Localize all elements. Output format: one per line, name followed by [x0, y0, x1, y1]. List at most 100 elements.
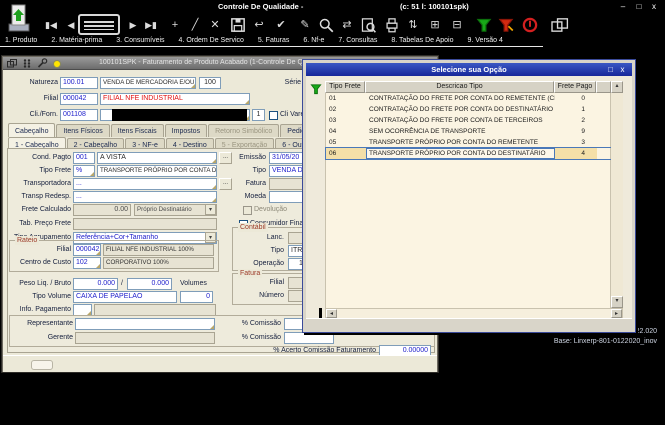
popup-close-button[interactable]: x [617, 65, 628, 74]
undo-icon[interactable]: ↩ [250, 16, 268, 34]
brush-icon[interactable]: ✎ [296, 16, 314, 34]
column-header-tipo-frete[interactable]: Tipo Frete [325, 81, 365, 93]
search-icon[interactable] [318, 17, 334, 33]
cli-forn-code-field[interactable]: 001108 [60, 109, 98, 121]
lanc-label: Lanc. [244, 232, 284, 244]
rateio-filial-label: Filial [21, 244, 71, 256]
preview-icon[interactable] [360, 17, 376, 33]
serie-label: Série [261, 77, 301, 89]
centro-custo-desc-field: CORPORATIVO 100% [103, 257, 214, 269]
volumes-field[interactable]: 0 [180, 291, 213, 303]
menu-item-consultas[interactable]: 7. Consultas [338, 37, 377, 46]
close-button[interactable]: x [648, 2, 660, 11]
clear-filter-icon[interactable] [498, 17, 514, 33]
menu-item-faturas[interactable]: 5. Faturas [258, 37, 290, 46]
record-list-button[interactable] [78, 14, 120, 35]
restore-window-icon[interactable] [6, 58, 18, 69]
menu-item-ordem-de-servico[interactable]: 4. Ordem De Servico [179, 37, 244, 46]
menu-item-produto[interactable]: 1. Produto [5, 37, 37, 46]
peso-separator: / [121, 278, 123, 290]
menu-item-materia-prima[interactable]: 2. Matéria-prima [51, 37, 102, 46]
cond-pagto-code-field[interactable]: 001 [73, 152, 95, 164]
popup-bottom-band [306, 318, 632, 329]
columns-grid-icon[interactable] [21, 58, 33, 69]
confirm-icon[interactable]: ✔ [272, 16, 290, 34]
refresh-icon[interactable]: ⇄ [338, 16, 356, 34]
minimize-button[interactable]: – [617, 2, 629, 11]
save-icon[interactable] [230, 17, 246, 33]
transp-redesp-field[interactable]: ... [73, 191, 217, 203]
scroll-left-button[interactable]: ◂ [326, 309, 337, 318]
option-desc: TRANSPORTE PRÓPRIO POR CONTA DO DESTINAT… [366, 148, 555, 159]
menu-item-tabelas-de-apoio[interactable]: 8. Tabelas De Apoio [391, 37, 453, 46]
menu-item-consumiveis[interactable]: 3. Consumíveis [116, 37, 164, 46]
menu-item-nfe[interactable]: 6. Nf-e [303, 37, 324, 46]
centro-custo-code-field[interactable]: 102 [73, 257, 101, 269]
comissao2-field[interactable] [284, 332, 334, 344]
delete-icon[interactable]: ✕ [206, 16, 224, 34]
cli-varejo-checkbox[interactable] [269, 111, 278, 120]
print-icon[interactable] [384, 17, 400, 33]
popup-maximize-button[interactable]: □ [605, 65, 616, 74]
edit-icon[interactable]: ╱ [186, 16, 204, 34]
comissao1-label: % Comissão [241, 318, 281, 330]
session-info: (c: 51 l: 100101spk) [400, 2, 469, 11]
option-desc: CONTRATAÇÃO DO FRETE POR CONTA DE TERCEI… [366, 115, 555, 126]
fatura-label: Fatura [229, 178, 266, 190]
tab-itens-fisicos[interactable]: Itens Físicos [56, 124, 109, 137]
cond-pagto-label: Cond. Pagto [5, 152, 71, 164]
cascade-windows-icon[interactable] [550, 17, 570, 33]
build-info-line2: Base: Linxerp-801-0122020_inov [554, 338, 657, 345]
tipo-frete-code-field[interactable]: % [73, 165, 95, 177]
transportadora-field[interactable]: ... [73, 178, 217, 190]
scroll-down-button[interactable]: ▾ [611, 296, 623, 308]
sort-icon[interactable]: ⇅ [404, 16, 422, 34]
fatura-filial-label: Filial [244, 277, 284, 289]
natureza-code-field[interactable]: 100.01 [60, 77, 98, 89]
scroll-right-button[interactable]: ▸ [611, 309, 622, 318]
vertical-scrollbar-track[interactable] [611, 93, 623, 296]
tab-itens-fiscais[interactable]: Itens Fiscais [111, 124, 164, 137]
representante-field[interactable] [75, 318, 215, 330]
stop-icon[interactable] [522, 17, 538, 33]
first-record-icon[interactable]: ▮◀ [42, 16, 60, 34]
option-code: 02 [326, 104, 366, 115]
tipo-frete-label: Tipo Frete [5, 165, 71, 177]
frete-calculado-field: 0.00 [73, 204, 131, 216]
selecione-opcao-dialog: Selecione sua Opção □ x Tipo Frete Descr… [302, 59, 636, 333]
option-row-03[interactable]: 03 CONTRATAÇÃO DO FRETE POR CONTA DE TER… [326, 115, 612, 126]
menu-item-versao-4[interactable]: 9. Versão 4 [467, 37, 502, 46]
tipo-volume-field[interactable]: CAIXA DE PAPELAO [73, 291, 177, 303]
add-row-icon[interactable]: ⊞ [426, 16, 444, 34]
column-header-frete-pago[interactable]: Frete Pago [554, 81, 596, 93]
option-row-02[interactable]: 02 CONTRATAÇÃO DO FRETE POR CONTA DO DES… [326, 104, 612, 115]
filter-icon[interactable] [476, 17, 492, 33]
rateio-filial-code-field[interactable]: 000042 [73, 244, 101, 256]
option-desc: TRANSPORTE PRÓPRIO POR CONTA DO REMETENT… [366, 137, 555, 148]
option-row-01[interactable]: 01 CONTRATAÇÃO DO FRETE POR CONTA DO REM… [326, 93, 612, 104]
tab-impostos[interactable]: Impostos [165, 124, 207, 137]
wrench-icon[interactable] [36, 58, 48, 69]
representante-label: Representante [7, 318, 73, 330]
popup-titlebar[interactable]: Selecione sua Opção □ x [306, 63, 632, 76]
option-row-05[interactable]: 05 TRANSPORTE PRÓPRIO POR CONTA DO REMET… [326, 137, 612, 148]
redacted-client-name [112, 109, 247, 121]
peso-bruto-field[interactable]: 0.000 [127, 278, 172, 290]
option-row-06-selected[interactable]: 06 TRANSPORTE PRÓPRIO POR CONTA DO DESTI… [326, 148, 612, 159]
filial-code-field[interactable]: 000042 [60, 93, 98, 105]
last-record-icon[interactable]: ▶▮ [142, 16, 160, 34]
contabil-tipo-label: Tipo [244, 245, 284, 257]
numero-label: Número [244, 290, 284, 302]
remove-row-icon[interactable]: ⊟ [448, 16, 466, 34]
maximize-button[interactable]: □ [633, 2, 645, 11]
bulb-icon[interactable] [53, 60, 61, 68]
next-record-icon[interactable]: ▶ [124, 16, 142, 34]
peso-liq-field[interactable]: 0.000 [73, 278, 118, 290]
tab-cabecalho[interactable]: Cabeçalho [8, 123, 55, 137]
scroll-up-button[interactable]: ▴ [611, 81, 623, 93]
add-icon[interactable]: + [166, 16, 184, 34]
option-row-04[interactable]: 04 SEM OCORRÊNCIA DE TRANSPORTE 9 [326, 126, 612, 137]
option-code: 03 [326, 115, 366, 126]
column-header-descricao-tipo[interactable]: Descricao Tipo [365, 81, 554, 93]
menu-underline [0, 46, 543, 47]
